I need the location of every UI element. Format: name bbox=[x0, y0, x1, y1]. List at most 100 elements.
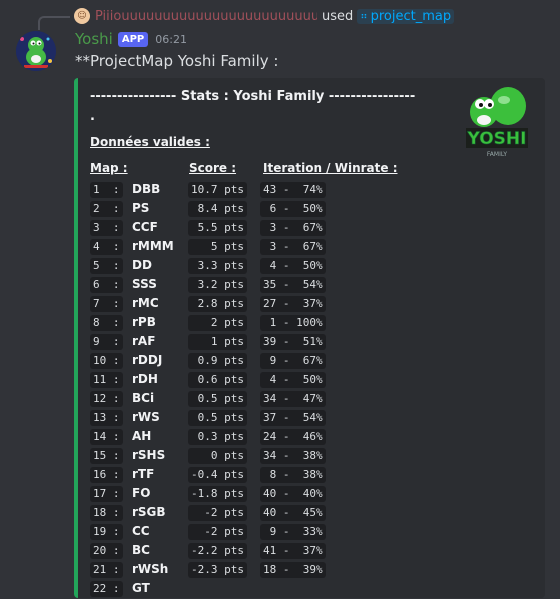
map-score: 1 pts bbox=[188, 334, 247, 350]
yoshi-family-logo-icon: YOSHI FAMILY bbox=[466, 87, 528, 158]
map-score: 3.2 pts bbox=[188, 277, 247, 293]
map-iteration-winrate: 3 - 67% bbox=[260, 239, 326, 255]
map-iteration-winrate: 9 - 67% bbox=[260, 353, 326, 369]
map-iteration-winrate: 1 - 100% bbox=[260, 315, 326, 331]
map-name: BC bbox=[132, 543, 150, 557]
map-score: 5 pts bbox=[188, 239, 247, 255]
map-name: SSS bbox=[132, 277, 157, 291]
map-rank: 12 : bbox=[90, 391, 123, 407]
map-score: -0.4 pts bbox=[188, 467, 247, 483]
score-column-header: Score : bbox=[189, 161, 237, 175]
map-score: 0 pts bbox=[188, 448, 247, 464]
map-name: rDH bbox=[132, 372, 158, 386]
map-rank: 17 : bbox=[90, 486, 123, 502]
map-rank: 8 : bbox=[90, 315, 123, 331]
map-iteration-winrate: 4 - 50% bbox=[260, 372, 326, 388]
map-name: rAF bbox=[132, 334, 156, 348]
reply-avatar[interactable]: ☺ bbox=[74, 8, 90, 24]
bot-username[interactable]: Yoshi bbox=[75, 30, 113, 48]
map-iteration-winrate: 18 - 39% bbox=[260, 562, 326, 578]
map-name: rSHS bbox=[132, 448, 166, 462]
map-rank: 7 : bbox=[90, 296, 123, 312]
slash-command-icon: ⠶ bbox=[360, 10, 368, 22]
map-rank: 11 : bbox=[90, 372, 123, 388]
command-link[interactable]: ⠶ project_map bbox=[357, 8, 455, 24]
map-name: AH bbox=[132, 429, 152, 443]
map-name: rWS bbox=[132, 410, 160, 424]
app-badge: APP bbox=[117, 31, 149, 47]
map-rank: 10 : bbox=[90, 353, 123, 369]
map-name: GT bbox=[132, 581, 150, 595]
map-name: rWSh bbox=[132, 562, 169, 576]
embed-title: ---------------- Stats : Yoshi Family --… bbox=[90, 89, 416, 124]
valid-data-heading: Données valides : bbox=[90, 135, 210, 149]
map-score: 0.3 pts bbox=[188, 429, 247, 445]
map-score: 8.4 pts bbox=[188, 201, 247, 217]
map-rank: 5 : bbox=[90, 258, 123, 274]
map-name: rTF bbox=[132, 467, 155, 481]
map-score: -2.2 pts bbox=[188, 543, 247, 559]
map-iteration-winrate: 34 - 47% bbox=[260, 391, 326, 407]
map-iteration-winrate: 41 - 37% bbox=[260, 543, 326, 559]
map-iteration-winrate: 9 - 33% bbox=[260, 524, 326, 540]
logo-text: YOSHI bbox=[467, 129, 527, 149]
map-rank: 22 : bbox=[90, 581, 123, 597]
map-name: rDDJ bbox=[132, 353, 163, 367]
map-name: rMC bbox=[132, 296, 159, 310]
reply-used-label: used bbox=[322, 8, 354, 24]
map-score: 5.5 pts bbox=[188, 220, 247, 236]
map-rank: 9 : bbox=[90, 334, 123, 350]
map-rank: 13 : bbox=[90, 410, 123, 426]
map-name: rPB bbox=[132, 315, 156, 329]
map-rank: 1 : bbox=[90, 182, 123, 198]
bot-avatar[interactable] bbox=[16, 31, 56, 71]
map-iteration-winrate: 37 - 54% bbox=[260, 410, 326, 426]
map-score: 2.8 pts bbox=[188, 296, 247, 312]
map-iteration-winrate: 40 - 40% bbox=[260, 486, 326, 502]
map-name: rMMM bbox=[132, 239, 174, 253]
map-name: BCi bbox=[132, 391, 155, 405]
reply-context[interactable]: ☺ Piiiouuuuuuuuuuuuuuuuuuuuuuuuuuuuuu us… bbox=[74, 6, 455, 26]
iteration-column-header: Iteration / Winrate : bbox=[263, 161, 398, 175]
map-name: DBB bbox=[132, 182, 161, 196]
map-iteration-winrate: 40 - 45% bbox=[260, 505, 326, 521]
map-score: -2.3 pts bbox=[188, 562, 247, 578]
map-score: 2 pts bbox=[188, 315, 247, 331]
map-iteration-winrate: 34 - 38% bbox=[260, 448, 326, 464]
map-score: 10.7 pts bbox=[188, 182, 247, 198]
map-score: 0.5 pts bbox=[188, 391, 247, 407]
map-iteration-winrate: 35 - 54% bbox=[260, 277, 326, 293]
reply-username[interactable]: Piiiouuuuuuuuuuuuuuuuuuuuuuuuuuuuuu bbox=[95, 9, 317, 24]
map-rank: 16 : bbox=[90, 467, 123, 483]
map-score: 0.9 pts bbox=[188, 353, 247, 369]
map-rank: 15 : bbox=[90, 448, 123, 464]
map-score: 3.3 pts bbox=[188, 258, 247, 274]
map-name: CCF bbox=[132, 220, 158, 234]
map-name: CC bbox=[132, 524, 150, 538]
map-rank: 6 : bbox=[90, 277, 123, 293]
embed-thumbnail[interactable]: YOSHI FAMILY bbox=[462, 84, 532, 164]
map-score: 0.5 pts bbox=[188, 410, 247, 426]
map-score: 0.6 pts bbox=[188, 372, 247, 388]
command-name: project_map bbox=[370, 8, 452, 24]
map-iteration-winrate: 43 - 74% bbox=[260, 182, 326, 198]
map-rank: 3 : bbox=[90, 220, 123, 236]
map-iteration-winrate: 24 - 46% bbox=[260, 429, 326, 445]
message-timestamp[interactable]: 06:21 bbox=[155, 33, 187, 46]
map-name: FO bbox=[132, 486, 151, 500]
map-name: rSGB bbox=[132, 505, 166, 519]
map-iteration-winrate: 6 - 50% bbox=[260, 201, 326, 217]
map-score: -2 pts bbox=[188, 524, 247, 540]
map-score: -2 pts bbox=[188, 505, 247, 521]
map-iteration-winrate: 3 - 67% bbox=[260, 220, 326, 236]
map-iteration-winrate: 27 - 37% bbox=[260, 296, 326, 312]
map-iteration-winrate: 39 - 51% bbox=[260, 334, 326, 350]
map-rank: 19 : bbox=[90, 524, 123, 540]
stats-embed: ---------------- Stats : Yoshi Family --… bbox=[74, 78, 545, 598]
message-content: **ProjectMap Yoshi Family : bbox=[75, 52, 279, 70]
map-rank: 14 : bbox=[90, 429, 123, 445]
map-name: PS bbox=[132, 201, 150, 215]
map-column-header: Map : bbox=[90, 161, 128, 175]
map-name: DD bbox=[132, 258, 152, 272]
map-score: -1.8 pts bbox=[188, 486, 247, 502]
